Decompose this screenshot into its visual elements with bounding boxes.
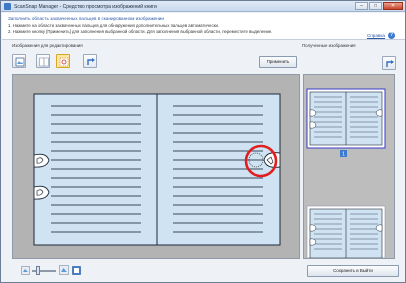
thumbnail-page-badge: 1 — [342, 152, 345, 158]
double-page-icon — [39, 57, 49, 67]
result-images-label: Полученные изображения — [302, 43, 356, 48]
app-logo-icon — [4, 3, 11, 10]
thumbnails[interactable]: 1 — [304, 75, 394, 259]
instruction-panel: Заполнить область захваченных пальцев в … — [2, 13, 405, 40]
zoom-out-icon[interactable] — [21, 266, 30, 275]
maximize-button[interactable]: □ — [369, 2, 382, 10]
single-page-icon — [15, 57, 25, 67]
apply-button[interactable]: Применить — [259, 56, 297, 68]
double-page-button[interactable] — [36, 54, 50, 68]
help-link[interactable]: Справка — [367, 33, 385, 38]
window-title: ScanSnap Manager - Средство просмотра из… — [14, 4, 157, 10]
fit-icon[interactable] — [72, 266, 81, 275]
rotate-button[interactable] — [83, 54, 97, 68]
titlebar: ScanSnap Manager - Средство просмотра из… — [1, 1, 405, 12]
zoom-in-icon[interactable] — [59, 265, 69, 275]
instruction-step-2: 2. Нажмите кнопку [Применить] для заполн… — [8, 29, 273, 34]
side-rotate-icon — [386, 60, 394, 67]
main-image-view[interactable] — [12, 74, 300, 259]
zoom-slider-thumb[interactable] — [36, 266, 40, 275]
instruction-step-1: 1. Нажмите на области захваченных пальце… — [8, 23, 220, 28]
app-window: ScanSnap Manager - Средство просмотра из… — [0, 0, 406, 283]
single-page-button[interactable] — [12, 54, 26, 68]
instruction-heading: Заполнить область захваченных пальцев в … — [8, 16, 164, 21]
thumbnail-panel[interactable]: 1 — [303, 74, 395, 259]
window-controls: – □ ✕ — [355, 2, 403, 10]
selected-area-icon — [59, 57, 69, 67]
side-rotate-button[interactable] — [382, 56, 396, 70]
rotate-icon — [87, 58, 95, 65]
help-icon[interactable]: ? — [388, 32, 395, 39]
minimize-button[interactable]: – — [355, 2, 368, 10]
finger-select-button[interactable] — [56, 54, 70, 68]
edit-images-label: Изображения для редактирования — [12, 43, 83, 48]
book-scan-image[interactable] — [13, 75, 299, 258]
save-and-exit-button[interactable]: Сохранить и Выйти — [307, 265, 399, 277]
close-button[interactable]: ✕ — [383, 2, 403, 10]
